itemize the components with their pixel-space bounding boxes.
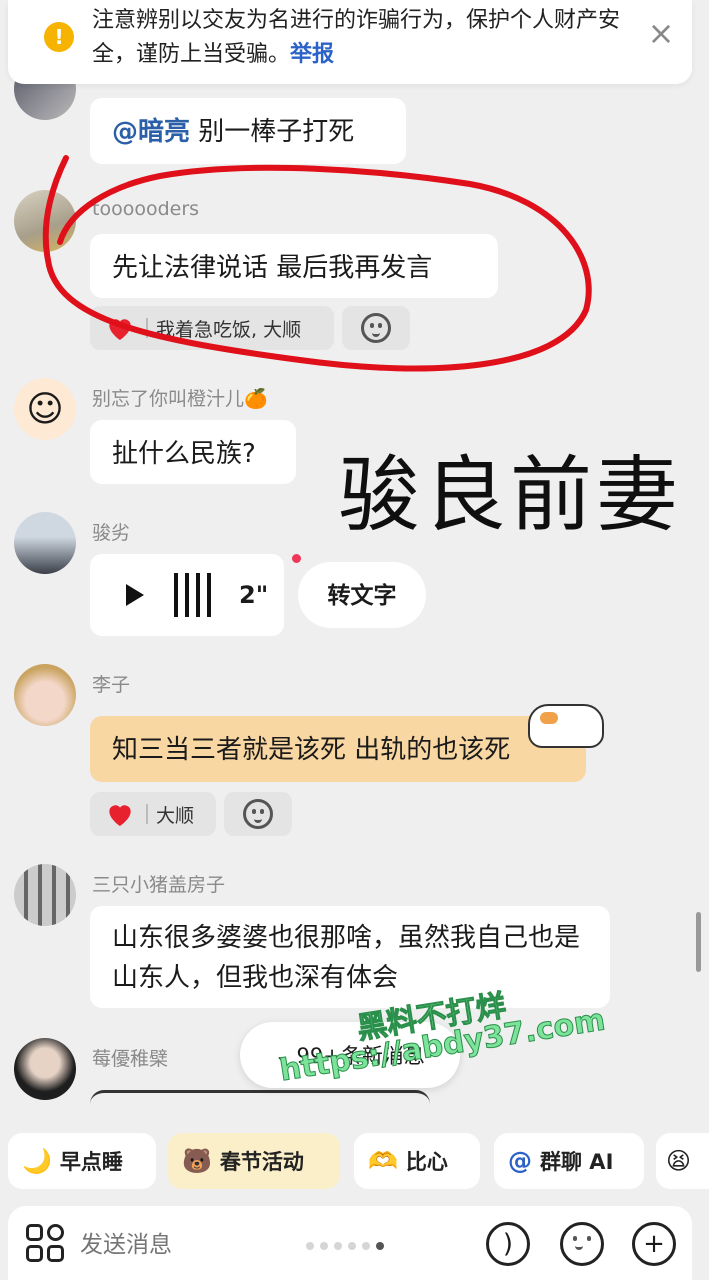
avatar[interactable]: ☺ <box>14 378 76 440</box>
emoji-icon: 😫 <box>666 1147 692 1175</box>
warning-message: 注意辨别以交友为名进行的诈骗行为，保护个人财产安全，谨防上当受骗。 <box>92 8 621 67</box>
waveform-icon <box>174 573 211 617</box>
chip-label: 比心 <box>405 1150 448 1174</box>
message-text: 别一棒子打死 <box>190 117 355 147</box>
avatar[interactable] <box>14 864 76 926</box>
avatar[interactable] <box>14 512 76 574</box>
message-bubble[interactable]: 山东很多婆婆也很那啥，虽然我自己也是山东人，但我也深有体会 <box>90 906 610 1008</box>
chip-label: 春节活动 <box>219 1150 304 1174</box>
heart-hand-icon: 🫶 <box>368 1147 398 1175</box>
sender-name: 三只小猪盖房子 <box>92 874 226 896</box>
voice-input-icon[interactable]: ) <box>486 1222 530 1266</box>
reaction-bar[interactable]: 大顺 <box>90 792 216 836</box>
voice-message[interactable]: 2" <box>90 554 284 636</box>
overlay-caption: 骏良前妻 <box>338 448 683 543</box>
close-icon[interactable]: × <box>646 17 676 49</box>
bear-icon: 🐻 <box>182 1147 212 1175</box>
quick-action-heart[interactable]: 🫶 比心 <box>354 1133 480 1189</box>
moon-icon: 🌙 <box>22 1147 52 1175</box>
chip-label: 早点睡 <box>59 1150 123 1174</box>
quick-action-group-ai[interactable]: @ 群聊 AI <box>494 1133 644 1189</box>
mention-link[interactable]: @暗亮 <box>112 117 190 147</box>
sender-name: 莓優稚檗 <box>92 1048 169 1070</box>
message-bubble[interactable]: 扯什么民族? <box>90 420 296 484</box>
report-link[interactable]: 举报 <box>290 42 334 67</box>
message-bubble[interactable]: 知三当三者就是该死 出轨的也该死 <box>90 716 586 782</box>
sticker-message <box>90 1090 430 1123</box>
warning-icon: ! <box>44 22 74 52</box>
apps-grid-icon[interactable] <box>26 1224 64 1262</box>
quick-action-more[interactable]: 😫 <box>656 1133 709 1189</box>
divider <box>146 804 148 824</box>
transcribe-button[interactable]: 转文字 <box>298 562 426 628</box>
message-text: 山东很多婆婆也很那啥，虽然我自己也是山东人，但我也深有体会 <box>112 923 581 993</box>
sender-name: 李子 <box>92 674 131 696</box>
smile-icon <box>243 799 273 829</box>
sender-name: 别忘了你叫橙汁儿🍊 <box>92 388 268 410</box>
avatar[interactable] <box>14 1038 76 1100</box>
message-text: 扯什么民族? <box>112 439 256 469</box>
scrollbar[interactable] <box>696 912 701 972</box>
message-text: 知三当三者就是该死 出轨的也该死 <box>112 735 511 765</box>
voice-duration: 2" <box>239 581 269 609</box>
at-icon: @ <box>508 1147 532 1175</box>
plus-icon[interactable]: + <box>632 1222 676 1266</box>
sender-name: 骏劣 <box>92 522 131 544</box>
warning-text: 注意辨别以交友为名进行的诈骗行为，保护个人财产安全，谨防上当受骗。举报 <box>92 4 632 72</box>
quick-action-early-sleep[interactable]: 🌙 早点睡 <box>8 1133 156 1189</box>
emoji-picker-icon[interactable] <box>560 1222 604 1266</box>
cartoon-face-icon: ☺ <box>26 388 64 430</box>
avatar[interactable] <box>14 664 76 726</box>
chip-label: 群聊 AI <box>540 1150 614 1174</box>
transcribe-label: 转文字 <box>327 583 397 609</box>
cat-sticker-icon <box>528 704 604 748</box>
page-dots <box>306 1242 384 1250</box>
message-input-bar: ) + <box>8 1206 692 1280</box>
annotation-circle <box>42 155 592 372</box>
reaction-users: 大顺 <box>156 804 195 827</box>
unread-dot <box>292 554 301 563</box>
message-input[interactable] <box>78 1224 462 1266</box>
heart-icon <box>109 805 131 826</box>
add-reaction-button[interactable] <box>224 792 292 836</box>
quick-action-spring-festival[interactable]: 🐻 春节活动 <box>168 1133 340 1189</box>
fraud-warning-banner: ! 注意辨别以交友为名进行的诈骗行为，保护个人财产安全，谨防上当受骗。举报 × <box>8 0 692 84</box>
play-icon[interactable] <box>126 584 144 606</box>
